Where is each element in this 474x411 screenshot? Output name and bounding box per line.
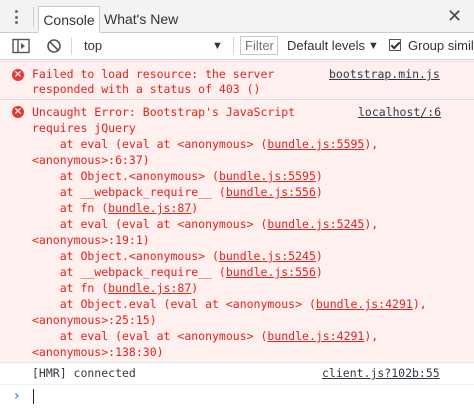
stack-text: ) <box>191 201 199 215</box>
stack-frame: <anonymous>:6:37) <box>32 153 150 167</box>
log-text: [HMR] connected <box>32 366 136 380</box>
group-similar-label: Group similar <box>408 38 474 53</box>
log-source-link[interactable]: client.js?102b:55 <box>322 366 440 381</box>
stack-text: at eval (eval at <anonymous> ( <box>32 137 268 151</box>
stack-link[interactable]: bundle.js:5595 <box>267 137 364 151</box>
error-text-line: Failed to load resource: the server <box>32 67 275 81</box>
log-levels-dropdown[interactable]: Default levels <box>287 38 365 54</box>
divider <box>33 7 34 27</box>
stack-frame: at eval (eval at <anonymous> (bundle.js:… <box>32 329 379 344</box>
error-text-line: responded with a status of 403 () <box>32 82 261 96</box>
stack-text: ) <box>315 185 323 199</box>
stack-text: ), <box>364 137 379 151</box>
tab-console[interactable]: Console <box>38 6 100 33</box>
stack-text: at eval (eval at <anonymous> ( <box>32 217 268 231</box>
stack-frame: <anonymous>:25:15) <box>32 313 157 327</box>
close-drawer-icon[interactable]: ✕ <box>447 6 462 26</box>
stack-frame: at Object.eval (eval at <anonymous> (bun… <box>32 297 427 312</box>
stack-frame: at eval (eval at <anonymous> (bundle.js:… <box>32 217 379 232</box>
clear-console-icon[interactable] <box>46 38 62 54</box>
levels-dropdown-icon[interactable]: ▼ <box>368 38 379 54</box>
console-log-message: [HMR] connected client.js?102b:55 <box>0 362 474 384</box>
console-error-message: × Failed to load resource: the server re… <box>0 61 474 98</box>
stack-frame: <anonymous>:19:1) <box>32 233 150 247</box>
stack-text: at fn ( <box>32 281 109 295</box>
stack-link[interactable]: bundle.js:4291 <box>267 329 364 343</box>
stack-link[interactable]: bundle.js:5245 <box>219 249 316 263</box>
context-dropdown-icon[interactable]: ▼ <box>212 38 223 54</box>
error-text-line: Uncaught Error: Bootstrap's JavaScript <box>32 105 296 119</box>
stack-link[interactable]: bundle.js:87 <box>108 281 191 295</box>
tab-whats-new[interactable]: What's New <box>104 6 178 33</box>
group-similar-checkbox[interactable] <box>389 39 401 51</box>
error-icon: × <box>12 69 24 81</box>
stack-link[interactable]: bundle.js:4291 <box>316 297 413 311</box>
divider <box>233 37 234 55</box>
stack-frame: at eval (eval at <anonymous> (bundle.js:… <box>32 137 379 152</box>
stack-text: at Object.<anonymous> ( <box>32 249 219 263</box>
stack-link[interactable]: bundle.js:5245 <box>267 217 364 231</box>
console-error-message: × localhost/:6 Uncaught Error: Bootstrap… <box>0 99 474 362</box>
more-tabs-menu-icon[interactable] <box>14 10 19 24</box>
stack-link[interactable]: bundle.js:5595 <box>219 169 316 183</box>
console-prompt[interactable]: › <box>0 384 474 408</box>
console-toolbar: top ▼ Default levels ▼ Group similar <box>0 33 474 60</box>
stack-text: at Object.<anonymous> ( <box>32 169 219 183</box>
error-source-link[interactable]: bootstrap.min.js <box>329 67 440 82</box>
stack-frame: at fn (bundle.js:87) <box>32 201 199 216</box>
stack-text: at Object.eval (eval at <anonymous> ( <box>32 297 316 311</box>
stack-frame: at Object.<anonymous> (bundle.js:5245) <box>32 249 323 264</box>
error-source-link[interactable]: localhost/:6 <box>358 105 441 120</box>
stack-frame: at fn (bundle.js:87) <box>32 281 199 296</box>
filter-input[interactable] <box>240 36 278 55</box>
stack-text: ), <box>364 217 379 231</box>
error-text-line: requires jQuery <box>32 121 136 135</box>
stack-frame: at __webpack_require__ (bundle.js:556) <box>32 265 323 280</box>
stack-link[interactable]: bundle.js:556 <box>226 265 316 279</box>
stack-text: at eval (eval at <anonymous> ( <box>32 329 268 343</box>
prompt-chevron-icon: › <box>14 388 20 404</box>
stack-text: ) <box>315 249 323 263</box>
text-caret <box>33 389 34 404</box>
stack-text: ), <box>412 297 427 311</box>
stack-frame: <anonymous>:138:30) <box>32 345 164 359</box>
stack-text: ) <box>315 169 323 183</box>
stack-text: at __webpack_require__ ( <box>32 185 226 199</box>
stack-text: ) <box>315 265 323 279</box>
drawer-tab-bar: Console What's New ✕ <box>0 0 474 33</box>
context-selector[interactable]: top <box>84 38 102 54</box>
stack-link[interactable]: bundle.js:556 <box>226 185 316 199</box>
show-sidebar-icon[interactable] <box>12 38 30 54</box>
error-icon: × <box>12 106 24 118</box>
stack-text: ), <box>364 329 379 343</box>
stack-frame: at Object.<anonymous> (bundle.js:5595) <box>32 169 323 184</box>
stack-text: at fn ( <box>32 201 109 215</box>
stack-frame: at __webpack_require__ (bundle.js:556) <box>32 185 323 200</box>
divider <box>71 37 72 55</box>
stack-text: at __webpack_require__ ( <box>32 265 226 279</box>
stack-text: ) <box>191 281 199 295</box>
stack-link[interactable]: bundle.js:87 <box>108 201 191 215</box>
